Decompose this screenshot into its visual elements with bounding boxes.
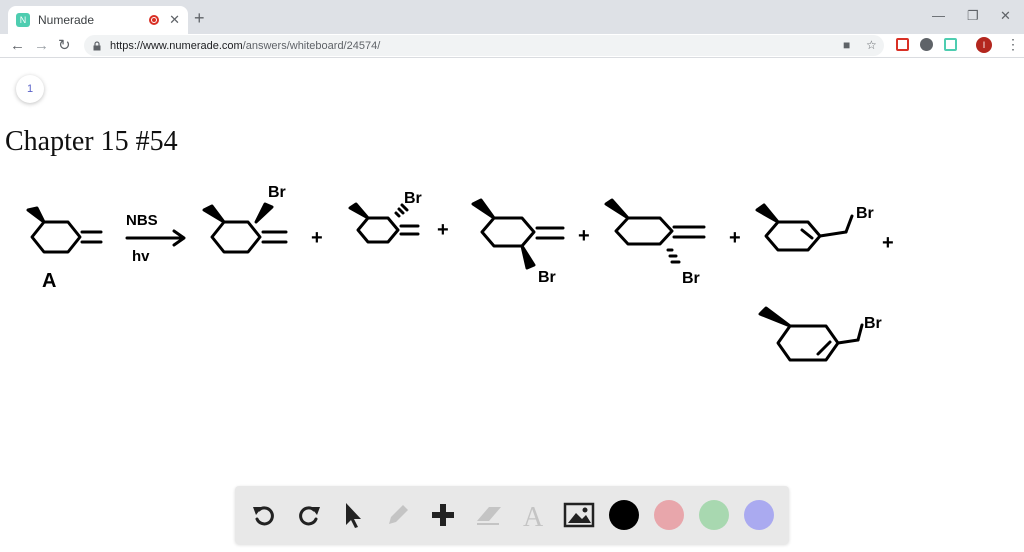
forward-icon[interactable]: → [34,36,49,56]
redo-icon[interactable] [292,498,326,532]
tab-title: Numerade [38,13,95,27]
reload-icon[interactable]: ↻ [58,36,71,56]
product-molecule-6 [758,306,864,362]
numerade-favicon-icon: N [16,13,30,27]
whiteboard-toolbar: A [235,486,789,544]
reaction-arrow [125,229,186,247]
bromine-label: Br [682,270,700,287]
eraser-icon[interactable] [472,498,506,532]
page-number-badge[interactable]: 1 [16,75,44,103]
text-icon[interactable]: A [517,498,551,532]
camera-icon[interactable]: ■ [843,38,850,52]
bromine-label: Br [864,315,882,332]
undo-icon[interactable] [247,498,281,532]
color-black-swatch[interactable] [609,500,639,530]
recording-icon [149,15,160,25]
bookmark-star-icon[interactable]: ☆ [866,38,877,52]
restore-icon[interactable]: ❐ [967,8,979,24]
bromine-label: Br [538,269,556,286]
product-molecule-1 [202,202,288,254]
plus-sign: + [882,232,894,254]
product-molecule-3 [471,198,565,270]
window-close-icon[interactable]: ✕ [1000,8,1011,24]
image-icon[interactable] [562,498,596,532]
url-text: https://www.numerade.com/answers/whitebo… [110,40,380,52]
url-path: /answers/whiteboard/24574/ [242,39,381,52]
extension-icon[interactable] [920,38,933,51]
reagent-label-bottom: hv [132,248,150,265]
address-bar[interactable]: https://www.numerade.com/answers/whitebo… [84,35,884,56]
pointer-icon[interactable] [336,498,370,532]
plus-sign: + [578,225,590,247]
pocket-extension-icon[interactable] [896,38,909,51]
lock-icon [93,40,101,50]
product-molecule-5 [755,203,854,252]
cast-extension-icon[interactable] [944,38,957,51]
browser-tab[interactable]: N Numerade ✕ [8,6,188,34]
svg-text:A: A [523,502,544,529]
product-molecule-4 [604,198,706,264]
browser-tab-bar: N Numerade ✕ + — ❐ ✕ [0,0,1024,34]
url-host: https://www.numerade.com [110,39,243,52]
plus-sign: + [729,227,741,249]
color-purple-swatch[interactable] [744,500,774,530]
reactant-molecule [26,206,103,254]
back-icon[interactable]: ← [10,36,25,56]
pencil-icon[interactable] [381,498,415,532]
reagent-label-top: NBS [126,212,158,229]
browser-toolbar: ← → ↻ https://www.numerade.com/answers/w… [0,34,1024,58]
bromine-label: Br [268,184,286,201]
plus-sign: + [311,227,323,249]
page-title: Chapter 15 #54 [5,126,178,157]
browser-menu-icon[interactable]: ⋮ [1006,36,1020,53]
color-green-swatch[interactable] [699,500,729,530]
whiteboard-drawing: A NBS hv Br Br Br Br Br Br + + + + + [26,184,894,362]
profile-avatar[interactable]: I [976,37,992,53]
tab-close-icon[interactable]: ✕ [169,12,180,28]
new-tab-button[interactable]: + [194,8,205,28]
bromine-label: Br [404,190,422,207]
color-pink-swatch[interactable] [654,500,684,530]
add-icon[interactable] [426,498,460,532]
bromine-label: Br [856,205,874,222]
product-molecule-2 [348,202,420,244]
compound-label: A [42,270,56,292]
plus-sign: + [437,219,449,241]
minimize-icon[interactable]: — [932,8,945,23]
